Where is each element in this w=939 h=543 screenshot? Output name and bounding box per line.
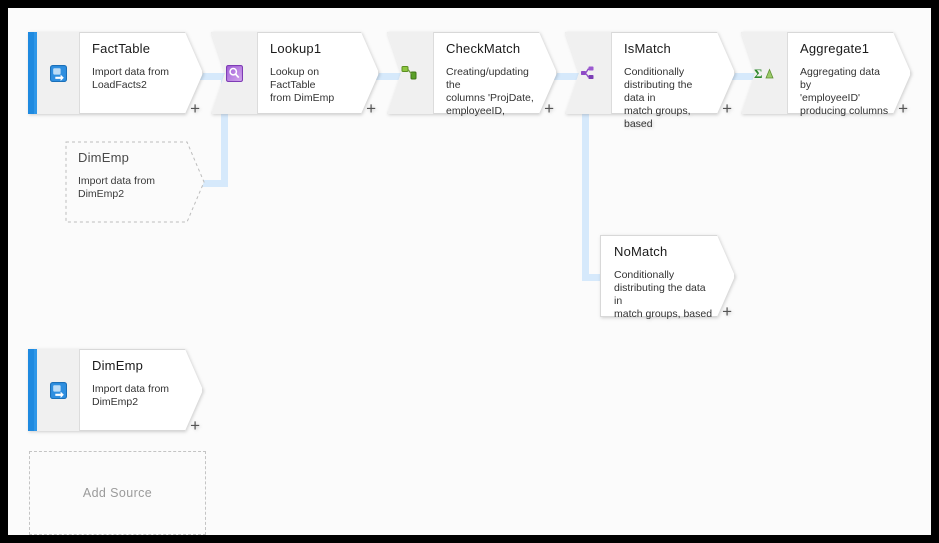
node-body: IsMatch Conditionally distributing the da… <box>611 32 735 130</box>
node-description: Import data from LoadFacts2 <box>92 66 170 91</box>
add-next-button[interactable]: + <box>366 100 376 117</box>
node-ismatch[interactable]: IsMatch Conditionally distributing the da… <box>565 32 735 130</box>
node-icon-panel: Σ <box>741 32 788 114</box>
node-title: CheckMatch <box>446 41 521 56</box>
node-title: IsMatch <box>624 41 671 56</box>
node-icon-panel <box>387 32 434 114</box>
add-next-button[interactable]: + <box>722 303 732 320</box>
node-title: DimEmp <box>92 358 144 373</box>
node-body: FactTable Import data from LoadFacts2 <box>79 32 203 114</box>
node-icon-panel <box>37 349 80 431</box>
node-body: DimEmp Import data from DimEmp2 <box>79 349 203 431</box>
derived-column-icon <box>401 65 419 81</box>
node-body: CheckMatch Creating/updating the columns … <box>433 32 557 117</box>
add-source-label: Add Source <box>82 486 153 500</box>
node-facttable[interactable]: FactTable Import data from LoadFacts2 + <box>28 32 203 117</box>
node-icon-panel <box>37 32 80 114</box>
node-description: Aggregating data by'employeeID' producing… <box>800 66 889 117</box>
node-aggregate1[interactable]: Σ Aggregate1 Aggregating data by'employe… <box>741 32 911 117</box>
source-import-icon <box>49 64 67 82</box>
aggregate-sigma-icon: Σ <box>754 66 774 81</box>
node-lookup1[interactable]: Lookup1 Lookup on FactTable from DimEmp + <box>211 32 379 117</box>
node-title: FactTable <box>92 41 151 56</box>
node-description: Conditionally distributing the data in mat… <box>614 269 713 320</box>
svg-text:Σ: Σ <box>754 66 763 81</box>
node-title: Lookup1 <box>270 41 322 56</box>
node-title: DimEmp <box>78 150 130 165</box>
lookup-magnifier-icon <box>225 64 243 82</box>
node-description: Creating/updating the columns 'ProjDate, e… <box>446 66 534 117</box>
add-next-button[interactable]: + <box>190 100 200 117</box>
source-import-icon <box>49 381 67 399</box>
data-flow-canvas[interactable]: FactTable Import data from LoadFacts2 + D… <box>8 8 931 535</box>
add-next-button[interactable]: + <box>722 100 732 117</box>
node-title: NoMatch <box>614 244 668 259</box>
node-checkmatch[interactable]: CheckMatch Creating/updating the columns … <box>387 32 557 117</box>
node-title: Aggregate1 <box>800 41 870 56</box>
node-dimemp[interactable]: DimEmp Import data from DimEmp2 + <box>28 349 203 434</box>
node-dimemp-ghost[interactable]: DimEmp Import data from DimEmp2 <box>65 141 205 223</box>
conditional-split-icon <box>579 65 597 81</box>
add-source-button[interactable]: Add Source <box>29 451 206 535</box>
node-description: Import data from DimEmp2 <box>78 175 156 200</box>
node-description: Conditionally distributing the data in mat… <box>624 66 693 130</box>
node-body: Lookup1 Lookup on FactTable from DimEmp <box>257 32 379 114</box>
node-body: Aggregate1 Aggregating data by'employeeI… <box>787 32 911 117</box>
node-nomatch[interactable]: NoMatch Conditionally distributing the da… <box>600 235 735 320</box>
add-next-button[interactable]: + <box>544 100 554 117</box>
node-body: NoMatch Conditionally distributing the da… <box>600 235 735 320</box>
node-icon-panel <box>211 32 258 114</box>
node-description: Import data from DimEmp2 <box>92 383 170 408</box>
node-icon-panel <box>565 32 612 114</box>
add-next-button[interactable]: + <box>190 417 200 434</box>
connector-ismatch-to-nomatch-riser <box>582 108 589 280</box>
node-body: DimEmp Import data from DimEmp2 <box>65 141 205 223</box>
add-next-button[interactable]: + <box>898 100 908 117</box>
node-description: Lookup on FactTable from DimEmp <box>270 66 335 104</box>
